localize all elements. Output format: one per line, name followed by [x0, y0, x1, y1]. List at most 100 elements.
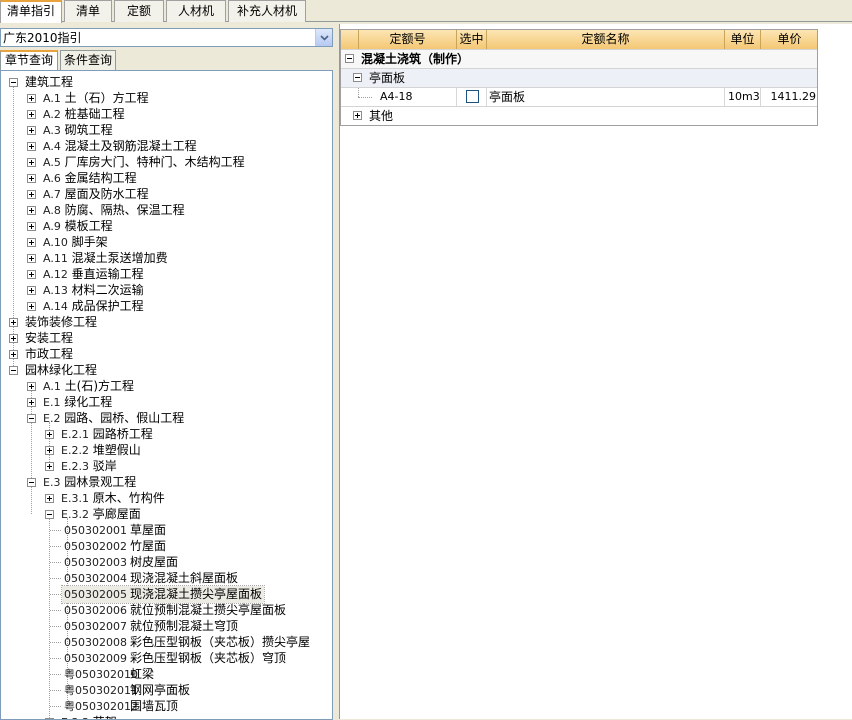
- tab-chapter-query[interactable]: 章节查询: [0, 50, 58, 70]
- tree-leaf-text: 彩色压型钢板（夹芯板）攒尖亭屋: [130, 635, 311, 649]
- expand-icon[interactable]: [45, 430, 54, 439]
- tab-condition-query[interactable]: 条件查询: [60, 50, 116, 70]
- expand-icon[interactable]: [27, 126, 36, 135]
- tree-node-code: A.13: [43, 284, 68, 297]
- tree-node-text: 驳岸: [92, 459, 117, 473]
- tree-leaf-text: 现浇混凝土斜屋面板: [130, 571, 239, 585]
- tree-node-text: 材料二次运输: [71, 283, 144, 297]
- tab-label: 章节查询: [4, 53, 53, 67]
- tree-node-code: E.3.2: [61, 508, 89, 521]
- tree-node-label: E.3.1 原木、竹构件: [59, 490, 167, 507]
- other-label: 其他: [369, 109, 394, 123]
- expand-icon[interactable]: [27, 206, 36, 215]
- tree-node-text: 金属结构工程: [64, 171, 137, 185]
- tab-bill-guide[interactable]: 清单指引: [0, 0, 62, 23]
- tree-node-label: E.3.3 花架: [59, 714, 119, 719]
- tab-bill[interactable]: 清单: [64, 0, 112, 22]
- expand-icon[interactable]: [27, 302, 36, 311]
- expand-icon[interactable]: [27, 174, 36, 183]
- expand-icon[interactable]: [27, 382, 36, 391]
- tab-labor-material-machine[interactable]: 人材机: [166, 0, 226, 22]
- tree-node-code: A.7: [43, 188, 61, 201]
- table-row[interactable]: A4-18 亭面板 10m3 1411.29: [341, 87, 817, 106]
- expand-icon[interactable]: [27, 270, 36, 279]
- header-code[interactable]: 定额号: [359, 30, 457, 49]
- top-tab-bar: 清单指引 清单 定额 人材机 补充人材机: [0, 0, 852, 23]
- tab-supplement-lmm[interactable]: 补充人材机: [228, 0, 306, 22]
- tree-leaf-text: 竹屋面: [130, 539, 167, 553]
- subgroup-row[interactable]: 亭面板: [341, 68, 817, 87]
- expand-icon[interactable]: [27, 158, 36, 167]
- expand-icon[interactable]: [27, 222, 36, 231]
- tree-node-label: A.12 垂直运输工程: [41, 266, 146, 283]
- expand-icon[interactable]: [45, 462, 54, 471]
- expand-icon[interactable]: [353, 111, 362, 120]
- tree-node-code: E.3.3: [61, 716, 89, 719]
- expand-icon[interactable]: [27, 110, 36, 119]
- collapse-icon[interactable]: [27, 414, 36, 423]
- tree-leaf-code: 050302008: [64, 636, 127, 649]
- tree-node-code: A.2: [43, 108, 61, 121]
- tree-node-text: 堆塑假山: [92, 443, 141, 457]
- tree-leaf-code: 050302004: [64, 572, 127, 585]
- group-row[interactable]: 混凝土浇筑（制作）: [341, 49, 817, 68]
- expand-icon[interactable]: [9, 318, 18, 327]
- tree-node-label: A.6 金属结构工程: [41, 170, 139, 187]
- collapse-icon[interactable]: [27, 478, 36, 487]
- chevron-down-icon[interactable]: [315, 29, 332, 46]
- tree-node-text: 建筑工程: [25, 75, 74, 89]
- collapse-icon[interactable]: [345, 54, 354, 63]
- tree-node-label: A.10 脚手架: [41, 234, 110, 251]
- guide-select[interactable]: 广东2010指引: [0, 28, 333, 47]
- cell-selected: [457, 88, 487, 106]
- select-checkbox[interactable]: [466, 90, 479, 103]
- tree-node-text: 装饰装修工程: [25, 315, 98, 329]
- tab-quota[interactable]: 定额: [114, 0, 164, 22]
- tree-leaf-label: 050302009 彩色压型钢板（夹芯板）穹顶: [62, 650, 288, 667]
- tree-node-label: E.2.1 园路桥工程: [59, 426, 155, 443]
- expand-icon[interactable]: [27, 94, 36, 103]
- expand-icon[interactable]: [27, 190, 36, 199]
- expand-icon[interactable]: [45, 494, 54, 503]
- expand-icon[interactable]: [45, 446, 54, 455]
- tree-leaf-label: 050302007 就位预制混凝土穹顶: [62, 618, 240, 635]
- tab-label: 定额: [126, 4, 151, 18]
- expand-icon[interactable]: [9, 334, 18, 343]
- tree-leaf-code: 050302007: [64, 620, 127, 633]
- cell-price: 1411.29: [770, 90, 817, 103]
- tab-label: 清单: [75, 4, 100, 18]
- chapter-tree[interactable]: 建筑工程 A.1 土（石）方工程 A.2 桩基础工程 A.3 砌筑工程 A.4 混凝土及…: [0, 70, 333, 720]
- header-corner: [341, 30, 359, 49]
- collapse-icon[interactable]: [45, 510, 54, 519]
- tree-node-text: 亭廊屋面: [92, 507, 141, 521]
- header-selected[interactable]: 选中: [457, 30, 487, 49]
- tree-leaf-text: 树皮屋面: [130, 555, 179, 569]
- expand-icon[interactable]: [27, 142, 36, 151]
- header-price[interactable]: 单价: [761, 30, 818, 49]
- header-unit[interactable]: 单位: [725, 30, 761, 49]
- expand-icon[interactable]: [27, 398, 36, 407]
- expand-icon[interactable]: [9, 350, 18, 359]
- tree-node-label: E.3.2 亭廊屋面: [59, 506, 143, 523]
- tree-leaf-code: 粤050302010: [64, 668, 138, 681]
- collapse-icon[interactable]: [9, 78, 18, 87]
- tree-node-text: 绿化工程: [64, 395, 113, 409]
- tree-leaf-text: 草屋面: [130, 523, 167, 537]
- collapse-icon[interactable]: [353, 73, 362, 82]
- expand-icon[interactable]: [27, 286, 36, 295]
- tree-node-code: E.1: [43, 396, 61, 409]
- other-row[interactable]: 其他: [341, 106, 817, 125]
- tree-node-code: A.1: [43, 380, 61, 393]
- tree-node-label: A.7 屋面及防水工程: [41, 186, 151, 203]
- tree-node-text: 原木、竹构件: [92, 491, 165, 505]
- guide-select-value: 广东2010指引: [3, 31, 82, 45]
- expand-icon[interactable]: [27, 254, 36, 263]
- header-name[interactable]: 定额名称: [487, 30, 725, 49]
- tree-leaf-code: 050302001: [64, 524, 127, 537]
- tree-node-label: E.1 绿化工程: [41, 394, 114, 411]
- grid-header: 定额号 选中 定额名称 单位 单价: [341, 29, 817, 49]
- tree-node-label: E.2.2 堆塑假山: [59, 442, 143, 459]
- expand-icon[interactable]: [27, 238, 36, 247]
- tree-node-text: 安装工程: [25, 331, 74, 345]
- collapse-icon[interactable]: [9, 366, 18, 375]
